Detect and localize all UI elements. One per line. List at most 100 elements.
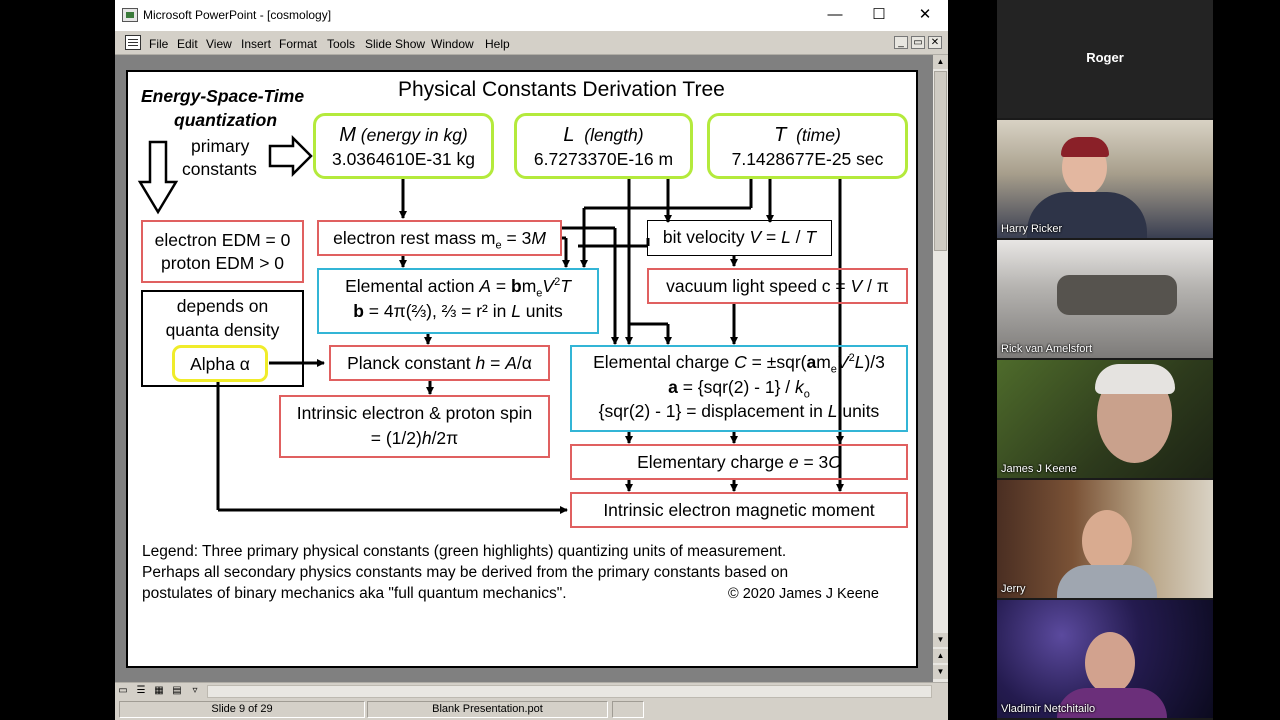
primary-t-label: T (time): [774, 124, 841, 146]
powerpoint-app-icon[interactable]: [122, 8, 138, 22]
view-buttons-bar: ▭ ☰ ▦ ▤ ▿: [115, 682, 948, 699]
slide-workspace: Physical Constants Derivation Tree Energ…: [115, 55, 933, 682]
menu-insert[interactable]: Insert: [241, 37, 271, 51]
doc-minimize-button[interactable]: _: [894, 36, 908, 49]
person-body: [1057, 565, 1157, 598]
light-speed-box: vacuum light speed c = V / π: [647, 268, 908, 304]
elementary-charge-label: Elementary charge e = 3C: [637, 452, 841, 472]
menu-edit[interactable]: Edit: [177, 37, 198, 51]
light-speed-label: vacuum light speed c = V / π: [666, 276, 889, 296]
alpha-box: Alpha α: [172, 345, 268, 382]
edm-box: electron EDM = 0 proton EDM > 0: [141, 220, 304, 283]
menu-window[interactable]: Window: [431, 37, 474, 51]
edm-line-1: electron EDM = 0: [154, 230, 291, 250]
slide-sorter-icon[interactable]: ▦: [153, 685, 165, 697]
participant-tile-james[interactable]: James J Keene: [997, 360, 1213, 478]
slide-indicator: Slide 9 of 29: [119, 701, 365, 718]
primary-l-label: L (length): [563, 124, 644, 146]
spin-box: Intrinsic electron & proton spin = (1/2)…: [279, 395, 550, 458]
slide-title: Physical Constants Derivation Tree: [398, 78, 725, 101]
horizontal-scrollbar[interactable]: [207, 685, 932, 698]
slide-show-icon[interactable]: ▿: [189, 685, 201, 697]
powerpoint-window: Microsoft PowerPoint - [cosmology] — ☐ ✕…: [115, 0, 948, 720]
primary-m-label: M (energy in kg): [339, 124, 468, 146]
participant-tile-harry[interactable]: Harry Ricker: [997, 120, 1213, 238]
maximize-button[interactable]: ☐: [864, 4, 894, 26]
template-name: Blank Presentation.pot: [367, 701, 608, 718]
spin-line-1: Intrinsic electron & proton spin: [296, 403, 533, 423]
primary-m-box: M (energy in kg) 3.0364610E-31 kg: [313, 113, 494, 179]
person-face: [1082, 510, 1132, 572]
primary-l-box: L (length) 6.7273370E-16 m: [514, 113, 693, 179]
primary-t-value: 7.1428677E-25 sec: [731, 149, 884, 169]
close-button[interactable]: ✕: [910, 4, 940, 26]
elemental-charge-box: Elemental charge C = ±sqr(ameV2L)/3 a = …: [570, 345, 908, 432]
rest-mass-label: electron rest mass me = 3M: [333, 228, 546, 252]
planck-label: Planck constant h = A/α: [347, 353, 532, 373]
menu-slide-show[interactable]: Slide Show: [365, 37, 425, 51]
normal-view-icon[interactable]: ▭: [117, 685, 129, 697]
participant-name: Vladimir Netchitailo: [1001, 703, 1096, 715]
status-bar: Slide 9 of 29 Blank Presentation.pot: [115, 699, 948, 720]
charge-line-2: a = {sqr(2) - 1} / ko: [668, 377, 810, 401]
charge-line-1: Elemental charge C = ±sqr(ameV2L)/3: [593, 352, 885, 376]
menu-format[interactable]: Format: [279, 37, 317, 51]
previous-slide-button[interactable]: ▲: [933, 649, 948, 663]
doc-close-button[interactable]: ✕: [928, 36, 942, 49]
menu-bar: File Edit View Insert Format Tools Slide…: [115, 31, 948, 55]
window-title: Microsoft PowerPoint - [cosmology]: [143, 8, 332, 22]
bit-velocity-box: bit velocity V = L / T: [647, 220, 832, 256]
magnetic-moment-box: Intrinsic electron magnetic moment: [570, 492, 908, 528]
action-line-2: b = 4π(⅔), ⅔ = r² in L units: [353, 301, 563, 321]
notes-view-icon[interactable]: ▤: [171, 685, 183, 697]
document-icon[interactable]: [125, 35, 141, 50]
scroll-thumb[interactable]: [934, 71, 947, 251]
minimize-button[interactable]: —: [820, 4, 850, 26]
primary-label-2: constants: [182, 159, 257, 179]
participant-tile-rick[interactable]: Rick van Amelsfort: [997, 240, 1213, 358]
elementary-charge-box: Elementary charge e = 3C: [570, 444, 908, 480]
heading-line-1: Energy-Space-Time: [141, 86, 305, 106]
participant-name: Harry Ricker: [1001, 223, 1063, 235]
cap: [1061, 137, 1109, 157]
planck-box: Planck constant h = A/α: [329, 345, 550, 381]
outline-view-icon[interactable]: ☰: [135, 685, 147, 697]
rest-mass-box: electron rest mass me = 3M: [317, 220, 562, 256]
title-bar: Microsoft PowerPoint - [cosmology] — ☐ ✕: [115, 0, 948, 31]
primary-l-value: 6.7273370E-16 m: [533, 149, 674, 169]
participant-name: James J Keene: [1001, 463, 1077, 475]
scroll-down-arrow[interactable]: ▼: [933, 633, 948, 647]
participant-tile-vladimir[interactable]: Vladimir Netchitailo: [997, 600, 1213, 718]
charge-line-3: {sqr(2) - 1} = displacement in L units: [598, 401, 880, 421]
slide-canvas[interactable]: Physical Constants Derivation Tree Energ…: [126, 70, 918, 668]
legend-line-3: postulates of binary mechanics aka "full…: [142, 585, 567, 602]
status-panel-empty: [612, 701, 644, 718]
vertical-scrollbar[interactable]: ▲ ▼ ▲ ▼: [933, 55, 948, 682]
magnetic-moment-label: Intrinsic electron magnetic moment: [603, 500, 875, 520]
menu-file[interactable]: File: [149, 37, 168, 51]
legend-line-2: Perhaps all secondary physics constants …: [142, 564, 789, 581]
bit-velocity-label: bit velocity V = L / T: [662, 227, 817, 247]
heading-line-2: quantization: [174, 110, 278, 130]
hair: [1095, 364, 1175, 394]
participant-tile-jerry[interactable]: Jerry: [997, 480, 1213, 598]
background-object: [1057, 275, 1177, 315]
scroll-up-arrow[interactable]: ▲: [933, 55, 948, 69]
menu-view[interactable]: View: [206, 37, 232, 51]
participants-panel: Roger Harry Ricker Rick van Amelsfort Ja…: [997, 0, 1213, 720]
participant-tile-roger[interactable]: Roger: [997, 0, 1213, 118]
edm-line-2: proton EDM > 0: [160, 253, 285, 273]
depends-line-1: depends on: [176, 296, 269, 316]
next-slide-button[interactable]: ▼: [933, 665, 948, 679]
menu-help[interactable]: Help: [485, 37, 510, 51]
participant-name: Rick van Amelsfort: [1001, 343, 1093, 355]
person-face: [1085, 632, 1135, 694]
spin-line-2: = (1/2)h/2π: [370, 428, 459, 448]
primary-t-box: T (time) 7.1428677E-25 sec: [707, 113, 908, 179]
participant-name: Roger: [1086, 50, 1124, 65]
participant-name: Jerry: [1001, 583, 1026, 595]
copyright: © 2020 James J Keene: [728, 586, 879, 602]
action-line-1: Elemental action A = bmeV2T: [345, 276, 571, 300]
menu-tools[interactable]: Tools: [327, 37, 355, 51]
doc-restore-button[interactable]: ▭: [911, 36, 925, 49]
